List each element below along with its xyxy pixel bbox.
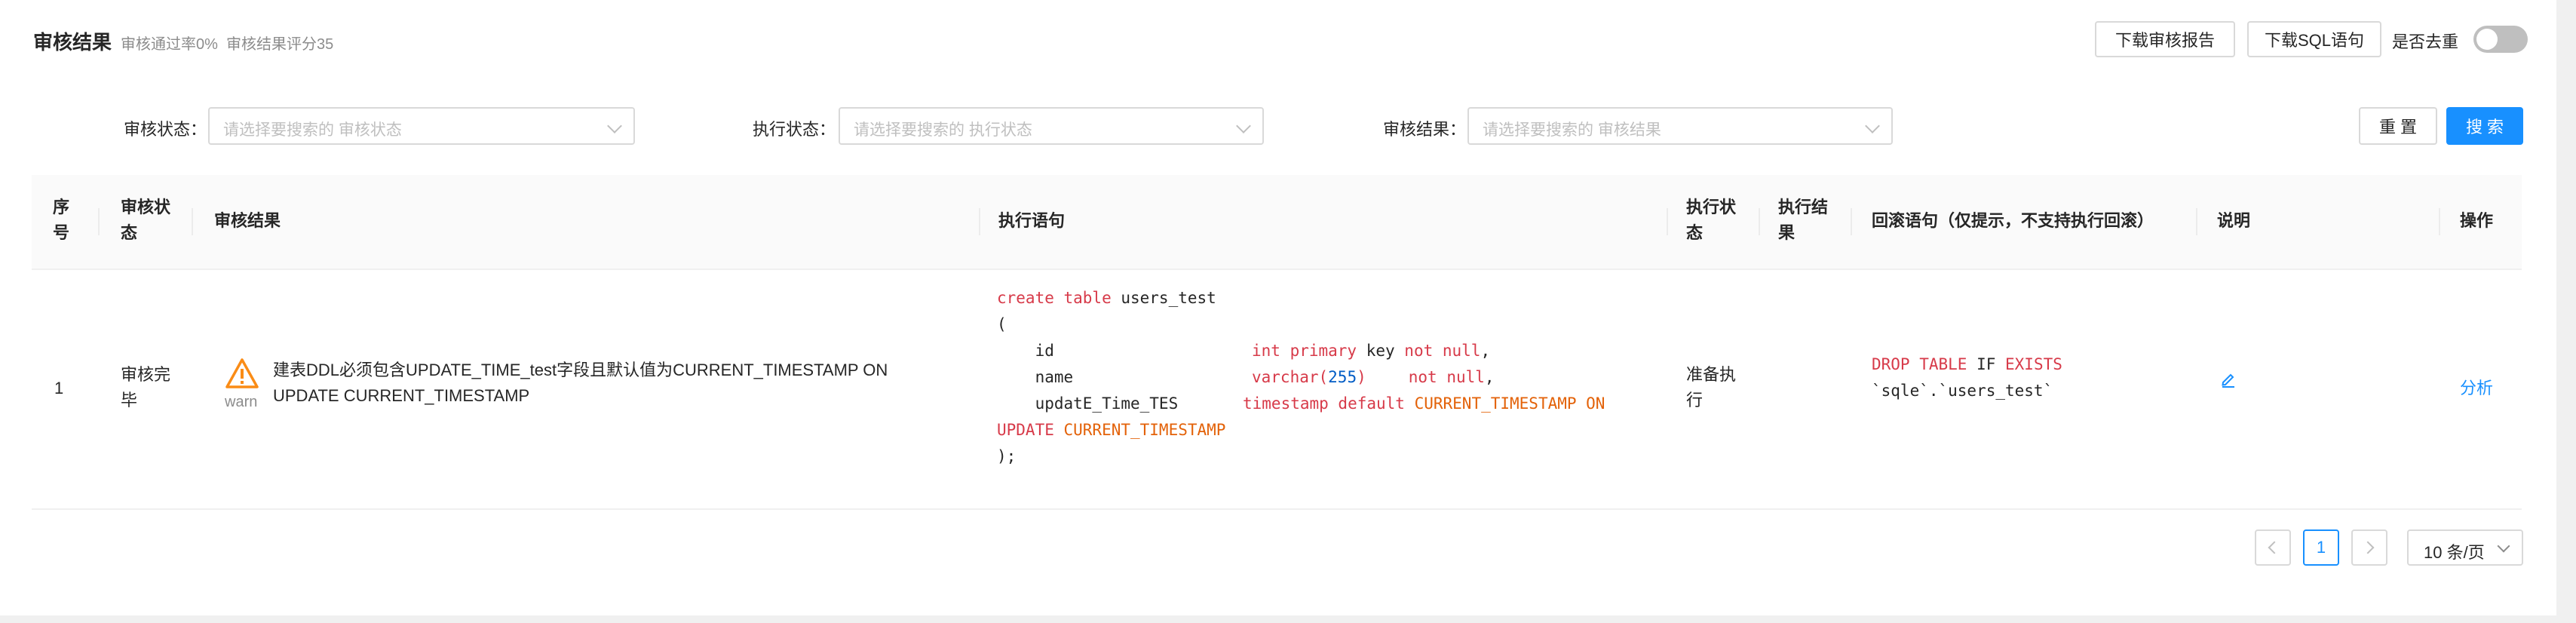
- audit-result-label: 审核结果：: [1383, 120, 1467, 139]
- col-action: 操作: [2460, 211, 2494, 230]
- sql-line: name varchar(255) not null,: [997, 368, 1495, 386]
- table-header: 序号 审核状态 审核结果 执行语句 执行状态 执行结果 回滚语句（仅提示，不支持…: [32, 175, 2522, 270]
- select-placeholder: 请选择要搜索的 执行状态: [854, 121, 1032, 139]
- col-exec-result: 执行结果: [1778, 198, 1829, 242]
- col-exec-status: 执行状态: [1686, 198, 1737, 242]
- col-audit-status: 审核状态: [121, 198, 171, 242]
- column-divider: [979, 208, 980, 235]
- column-divider: [1667, 208, 1668, 235]
- sql-line: id int primary key not null,: [997, 342, 1491, 360]
- page-1-button[interactable]: 1: [2303, 529, 2339, 566]
- col-audit-result: 审核结果: [214, 211, 281, 230]
- sql-line: );: [997, 447, 1017, 465]
- select-placeholder: 请选择要搜索的 审核状态: [223, 121, 402, 139]
- exec-status-select[interactable]: 请选择要搜索的 执行状态: [839, 107, 1264, 145]
- chevron-down-icon: [1865, 118, 1880, 134]
- column-divider: [1759, 208, 1760, 235]
- column-divider: [2439, 208, 2440, 235]
- chevron-down-icon: [2497, 539, 2510, 553]
- row-rollback: DROP TABLE IF EXISTS `sqle`.`users_test`: [1872, 351, 2062, 404]
- page-title: 审核结果: [33, 31, 112, 54]
- column-divider: [98, 208, 100, 235]
- sql-line: create table users_test: [997, 289, 1216, 307]
- exec-status-label: 执行状态：: [753, 120, 836, 139]
- page-size-select[interactable]: 10 条/页: [2407, 529, 2523, 566]
- chevron-down-icon: [1236, 118, 1251, 134]
- reset-button[interactable]: 重 置: [2359, 107, 2437, 145]
- audit-result-select[interactable]: 请选择要搜索的 审核结果: [1467, 107, 1893, 145]
- chevron-left-icon: [2268, 541, 2281, 554]
- audit-status-select[interactable]: 请选择要搜索的 审核状态: [208, 107, 635, 145]
- next-page-button[interactable]: [2351, 529, 2387, 566]
- download-sql-button[interactable]: 下载SQL语句: [2247, 21, 2381, 57]
- switch-knob: [2476, 29, 2498, 50]
- select-placeholder: 请选择要搜索的 审核结果: [1483, 121, 1661, 139]
- row-audit-status: 审核完毕: [121, 365, 171, 410]
- pass-rate-text: 审核通过率0%: [121, 36, 218, 53]
- column-divider: [2196, 208, 2197, 235]
- page-size-value: 10 条/页: [2424, 543, 2485, 562]
- col-exec-sql: 执行语句: [998, 211, 1066, 230]
- prev-page-button[interactable]: [2255, 529, 2291, 566]
- sql-line: UPDATE CURRENT_TIMESTAMP: [997, 421, 1226, 439]
- row-index: 1: [54, 379, 64, 397]
- level-label: warn: [225, 394, 258, 410]
- download-report-button[interactable]: 下载审核报告: [2095, 21, 2235, 57]
- sql-line: (: [997, 315, 1007, 333]
- rollback-line: DROP TABLE IF EXISTS: [1872, 355, 2062, 373]
- audit-result-card: 审核结果 审核通过率0% 审核结果评分35 下载审核报告 下载SQL语句 是否去…: [0, 0, 2556, 615]
- row-audit-result: 建表DDL必须包含UPDATE_TIME_test字段且默认值为CURRENT_…: [273, 361, 888, 405]
- edit-icon[interactable]: [2220, 371, 2237, 388]
- score-text: 审核结果评分35: [226, 36, 334, 53]
- audit-status-label: 审核状态：: [124, 120, 207, 139]
- dedupe-switch[interactable]: [2473, 26, 2528, 53]
- search-button[interactable]: 搜 索: [2446, 107, 2523, 145]
- row-exec-sql: create table users_test ( id int primary k…: [997, 285, 1605, 470]
- analyze-link[interactable]: 分析: [2460, 376, 2493, 401]
- dedupe-label: 是否去重: [2392, 32, 2459, 51]
- col-rollback: 回滚语句（仅提示，不支持执行回滚）: [1872, 211, 2154, 230]
- column-divider: [192, 208, 193, 235]
- col-desc: 说明: [2217, 211, 2251, 230]
- warning-icon: [225, 358, 259, 388]
- chevron-right-icon: [2361, 541, 2375, 554]
- chevron-down-icon: [607, 118, 622, 134]
- column-divider: [1851, 208, 1852, 235]
- col-index: 序号: [53, 198, 70, 242]
- sql-line: updatE_Time_TES timestamp default CURRENT…: [997, 394, 1605, 413]
- row-divider: [32, 508, 2522, 510]
- rollback-line: `sqle`.`users_test`: [1872, 382, 2053, 400]
- row-exec-status: 准备执行: [1686, 365, 1737, 410]
